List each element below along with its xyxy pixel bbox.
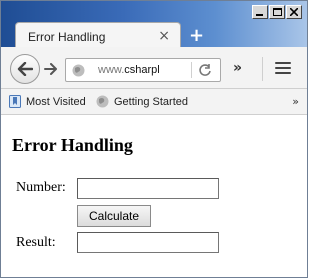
menu-line [275, 67, 291, 69]
url-prefix: www. [98, 64, 125, 76]
globe-icon [72, 64, 85, 77]
menu-hamburger-icon[interactable] [275, 62, 291, 74]
maximize-icon [272, 8, 282, 16]
bookmark-label: Most Visited [26, 95, 86, 108]
close-window-button[interactable] [286, 5, 302, 19]
menu-line [275, 72, 291, 74]
browser-window: Error Handling × + www.csharpl » Most Vi… [0, 0, 308, 278]
bookmarks-icon [9, 95, 21, 108]
reload-icon[interactable] [198, 63, 212, 77]
minimize-button[interactable] [252, 5, 268, 19]
back-button[interactable] [10, 54, 40, 84]
number-input[interactable] [77, 178, 219, 199]
forward-button[interactable] [41, 59, 61, 79]
result-input[interactable] [77, 232, 219, 253]
maximize-button[interactable] [269, 5, 285, 19]
page-title: Error Handling [12, 135, 133, 155]
tab-title: Error Handling [28, 30, 106, 44]
navigation-toolbar: www.csharpl » [1, 47, 307, 89]
bookmarks-overflow-icon[interactable]: » [292, 95, 299, 108]
bookmark-most-visited[interactable]: Most Visited [9, 95, 86, 108]
url-text[interactable]: www.csharpl [98, 64, 190, 76]
forward-arrow-icon [44, 63, 57, 75]
toolbar-separator [262, 57, 263, 81]
title-bar: Error Handling × + [1, 1, 307, 48]
menu-line [275, 62, 291, 64]
tab-close-icon[interactable]: × [158, 28, 170, 44]
globe-icon [96, 95, 109, 108]
url-domain: csharpl [124, 64, 160, 76]
bookmarks-toolbar: Most Visited Getting Started » [1, 89, 307, 115]
url-divider [191, 62, 192, 78]
bookmark-getting-started[interactable]: Getting Started [96, 95, 188, 108]
minimize-icon [256, 14, 263, 16]
close-icon [290, 8, 298, 16]
new-tab-icon[interactable]: + [189, 25, 204, 46]
tab-active[interactable]: Error Handling × [15, 22, 181, 48]
window-controls [252, 5, 302, 19]
number-label: Number: [16, 180, 66, 195]
toolbar-overflow-icon[interactable]: » [233, 60, 242, 76]
url-bar[interactable]: www.csharpl [65, 58, 221, 82]
page-content: Error Handling Number: Calculate Result: [1, 116, 307, 277]
back-arrow-icon [17, 62, 33, 76]
calculate-button[interactable]: Calculate [77, 205, 151, 227]
bookmark-label: Getting Started [114, 95, 188, 108]
result-label: Result: [16, 235, 56, 250]
